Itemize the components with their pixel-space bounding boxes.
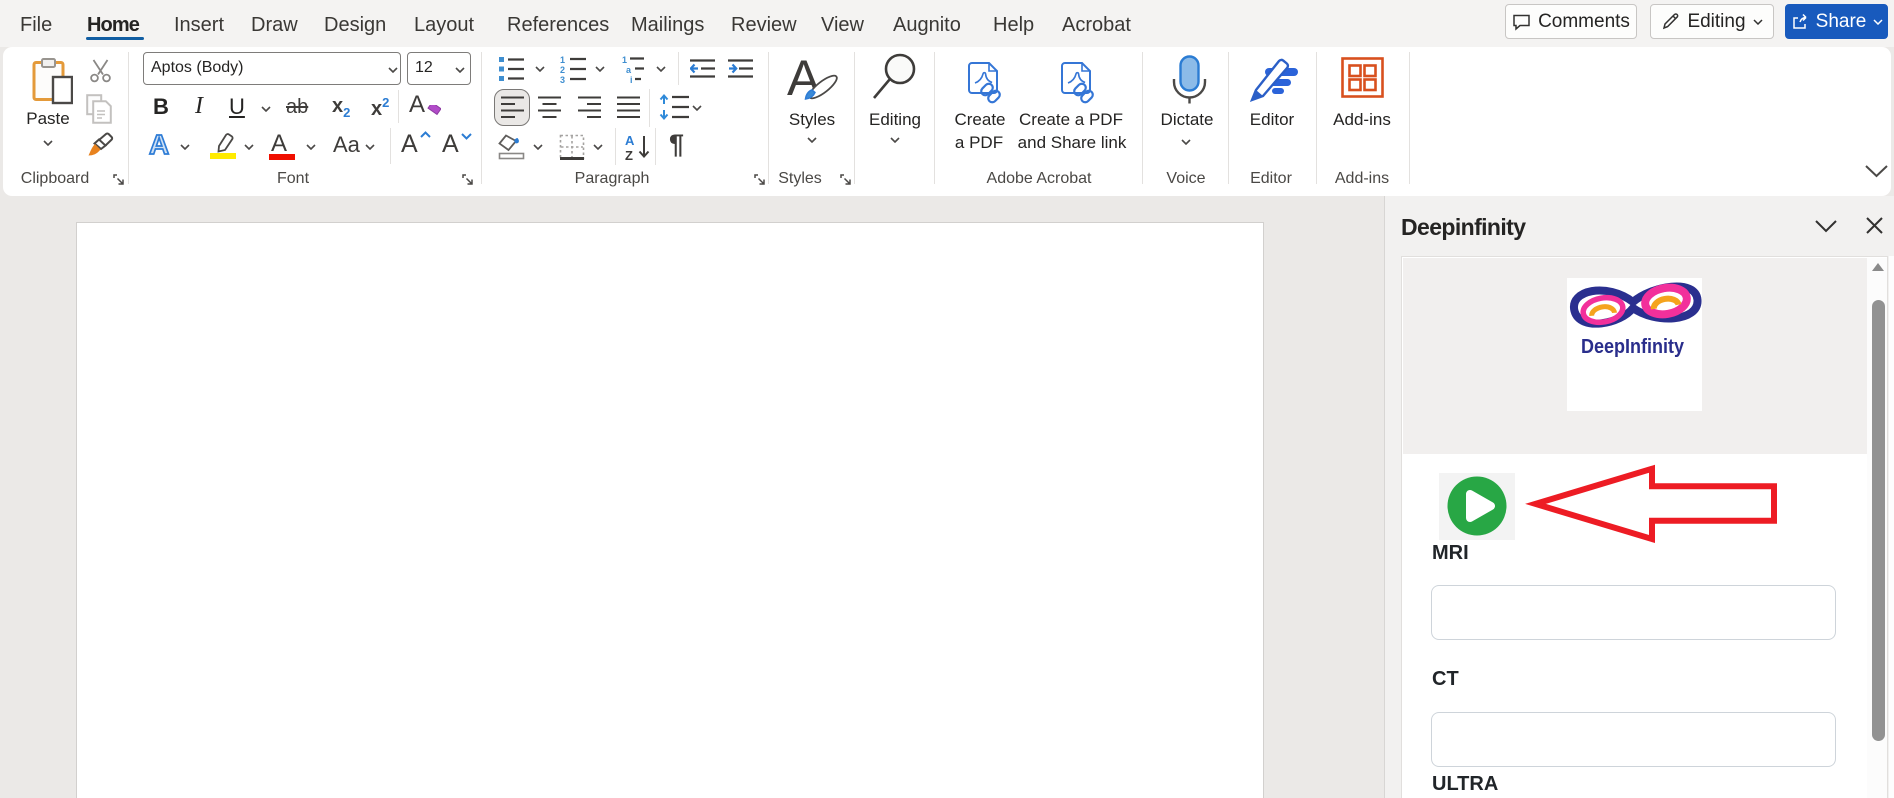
svg-text:2: 2: [560, 65, 565, 75]
svg-text:Z: Z: [625, 148, 633, 161]
svg-text:A: A: [625, 133, 635, 148]
svg-text:i: i: [630, 75, 633, 83]
svg-text:DeepInfinity: DeepInfinity: [1581, 336, 1685, 358]
svg-text:1: 1: [560, 55, 565, 65]
svg-text:3: 3: [560, 75, 565, 83]
svg-text:a: a: [626, 65, 632, 75]
svg-text:1: 1: [622, 55, 627, 65]
